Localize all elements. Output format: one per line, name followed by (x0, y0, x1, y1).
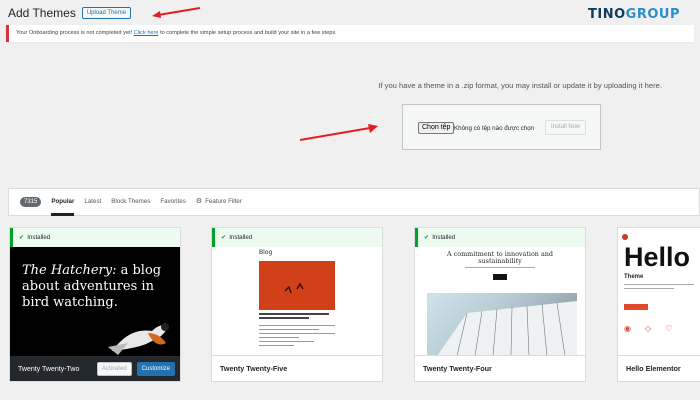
theme-filter-bar: 7315 Popular Latest Block Themes Favorit… (8, 188, 700, 216)
preview-features: ◉◇♡ (624, 324, 687, 333)
installed-banner: ✔ Installed (10, 228, 180, 247)
tab-popular[interactable]: Popular (51, 188, 75, 216)
preview-cta (624, 304, 648, 310)
preview-text-lines (624, 284, 694, 292)
install-now-button[interactable]: Install Now (545, 120, 587, 135)
theme-name: Twenty Twenty-Five (212, 355, 382, 381)
feature-filter-label: Feature Filter (205, 198, 242, 205)
theme-screenshot: Blog (212, 247, 382, 356)
theme-screenshot: The Hatchery: a blog about adventures in… (10, 247, 180, 356)
check-icon: ✔ (19, 234, 25, 241)
installed-label: Installed (229, 234, 253, 241)
preview-heading: A commitment to innovation and sustainab… (447, 250, 553, 265)
notice-suffix: to complete the simple setup process and… (158, 30, 337, 36)
annotation-arrow-install (299, 124, 378, 141)
theme-card-twenty-twenty-five[interactable]: ✔ Installed Blog Twenty Twenty-Five (211, 227, 383, 382)
preview-subtext (465, 267, 535, 268)
brand-logo: TINOGROUP (588, 7, 680, 22)
installed-label: Installed (432, 234, 456, 241)
check-icon: ✔ (424, 234, 430, 241)
logo-part2: GROUP (625, 7, 680, 22)
gear-icon: ⚙ (195, 198, 203, 205)
logo-part1: TINO (588, 7, 626, 22)
preview-title-italic: The Hatchery: (22, 263, 117, 278)
tab-latest[interactable]: Latest (84, 188, 101, 216)
preview-button (493, 274, 507, 280)
installed-banner: ✔ Installed (415, 228, 585, 247)
installed-banner: ✔ Installed (212, 228, 382, 247)
feature-filter-button[interactable]: ⚙ Feature Filter (196, 188, 242, 216)
choose-file-button[interactable]: Chọn tệp (418, 122, 455, 134)
theme-screenshot: A commitment to innovation and sustainab… (415, 247, 585, 356)
bird-illustration (108, 323, 169, 355)
tab-block-themes[interactable]: Block Themes (111, 188, 150, 216)
theme-card-twenty-twenty-two[interactable]: ✔ Installed The Hatchery: a blog about ad… (9, 227, 181, 382)
page-title: Add Themes (8, 6, 76, 20)
notice-link[interactable]: Click here (134, 30, 159, 36)
activated-button[interactable]: Activated (96, 362, 132, 376)
customize-button[interactable]: Customize (136, 362, 175, 376)
theme-count-badge: 7315 (20, 197, 42, 207)
no-file-label: Không có tệp nào được chọn (454, 125, 535, 132)
upload-form: Chọn tệp Không có tệp nào được chọn Inst… (402, 104, 601, 150)
preview-heading: Blog (259, 249, 273, 256)
installed-label: Installed (27, 234, 51, 241)
preview-image (259, 261, 335, 310)
preview-heading: Hello (624, 242, 691, 272)
notice-prefix: Your Onboarding process is not completed… (16, 30, 134, 36)
preview-image (427, 293, 577, 356)
annotation-arrow-top (152, 7, 201, 18)
theme-screenshot: Hello Theme ◉◇♡ (618, 228, 700, 356)
theme-card-twenty-twenty-four[interactable]: ✔ Installed A commitment to innovation an… (414, 227, 586, 382)
theme-name: Hello Elementor (618, 355, 700, 381)
check-icon: ✔ (221, 234, 227, 241)
theme-actions: Twenty Twenty-Two Activated Customize (10, 356, 180, 381)
page-header: Add Themes Upload Theme (8, 4, 132, 22)
preview-sub: Theme (624, 274, 644, 280)
hello-logo-dot (622, 234, 628, 240)
theme-card-hello-elementor[interactable]: Hello Theme ◉◇♡ Hello Elementor (617, 227, 700, 382)
theme-name: Twenty Twenty-Four (415, 355, 585, 381)
onboarding-notice: Your Onboarding process is not completed… (6, 25, 694, 42)
upload-theme-button[interactable]: Upload Theme (81, 7, 132, 19)
upload-description: If you have a theme in a .zip format, yo… (378, 81, 662, 90)
theme-name: Twenty Twenty-Two (18, 365, 80, 373)
tab-favorites[interactable]: Favorites (160, 188, 185, 216)
preview-text-lines (259, 313, 335, 346)
